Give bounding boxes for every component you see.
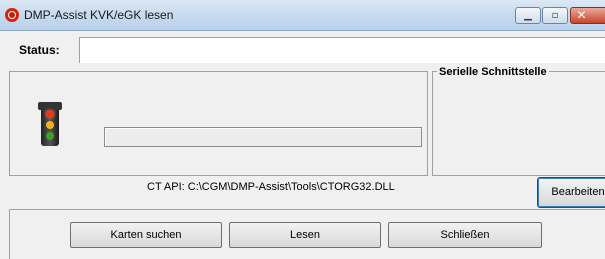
window-title: DMP-Assist KVK/eGK lesen: [24, 8, 174, 22]
green-lamp: [46, 132, 54, 140]
read-button[interactable]: Lesen: [229, 222, 381, 248]
ct-api-path: CT API: C:\CGM\DMP-Assist\Tools\CTORG32.…: [147, 181, 395, 193]
red-lamp: [46, 110, 54, 118]
read-progress-bar: [104, 127, 422, 147]
serial-interface-group: [432, 71, 605, 176]
traffic-light-icon: [38, 102, 62, 146]
app-icon: [5, 8, 19, 22]
maximize-icon: ▫: [551, 10, 559, 21]
search-cards-button[interactable]: Karten suchen: [70, 222, 222, 248]
close-button[interactable]: Schließen: [388, 222, 542, 248]
status-field: [79, 37, 605, 63]
reader-panel: [9, 71, 428, 176]
minimize-button[interactable]: ▁: [515, 7, 541, 24]
edit-button[interactable]: Bearbeiten: [538, 178, 605, 207]
serial-interface-legend: Serielle Schnittstelle: [437, 66, 549, 78]
close-window-button[interactable]: ✕: [570, 7, 605, 24]
yellow-lamp: [46, 121, 54, 129]
minimize-icon: ▁: [524, 10, 532, 21]
status-label: Status:: [19, 43, 60, 57]
title-bar: DMP-Assist KVK/eGK lesen ▁ ▫ ✕: [0, 0, 605, 31]
close-icon: ✕: [576, 8, 587, 22]
maximize-button[interactable]: ▫: [542, 7, 568, 24]
